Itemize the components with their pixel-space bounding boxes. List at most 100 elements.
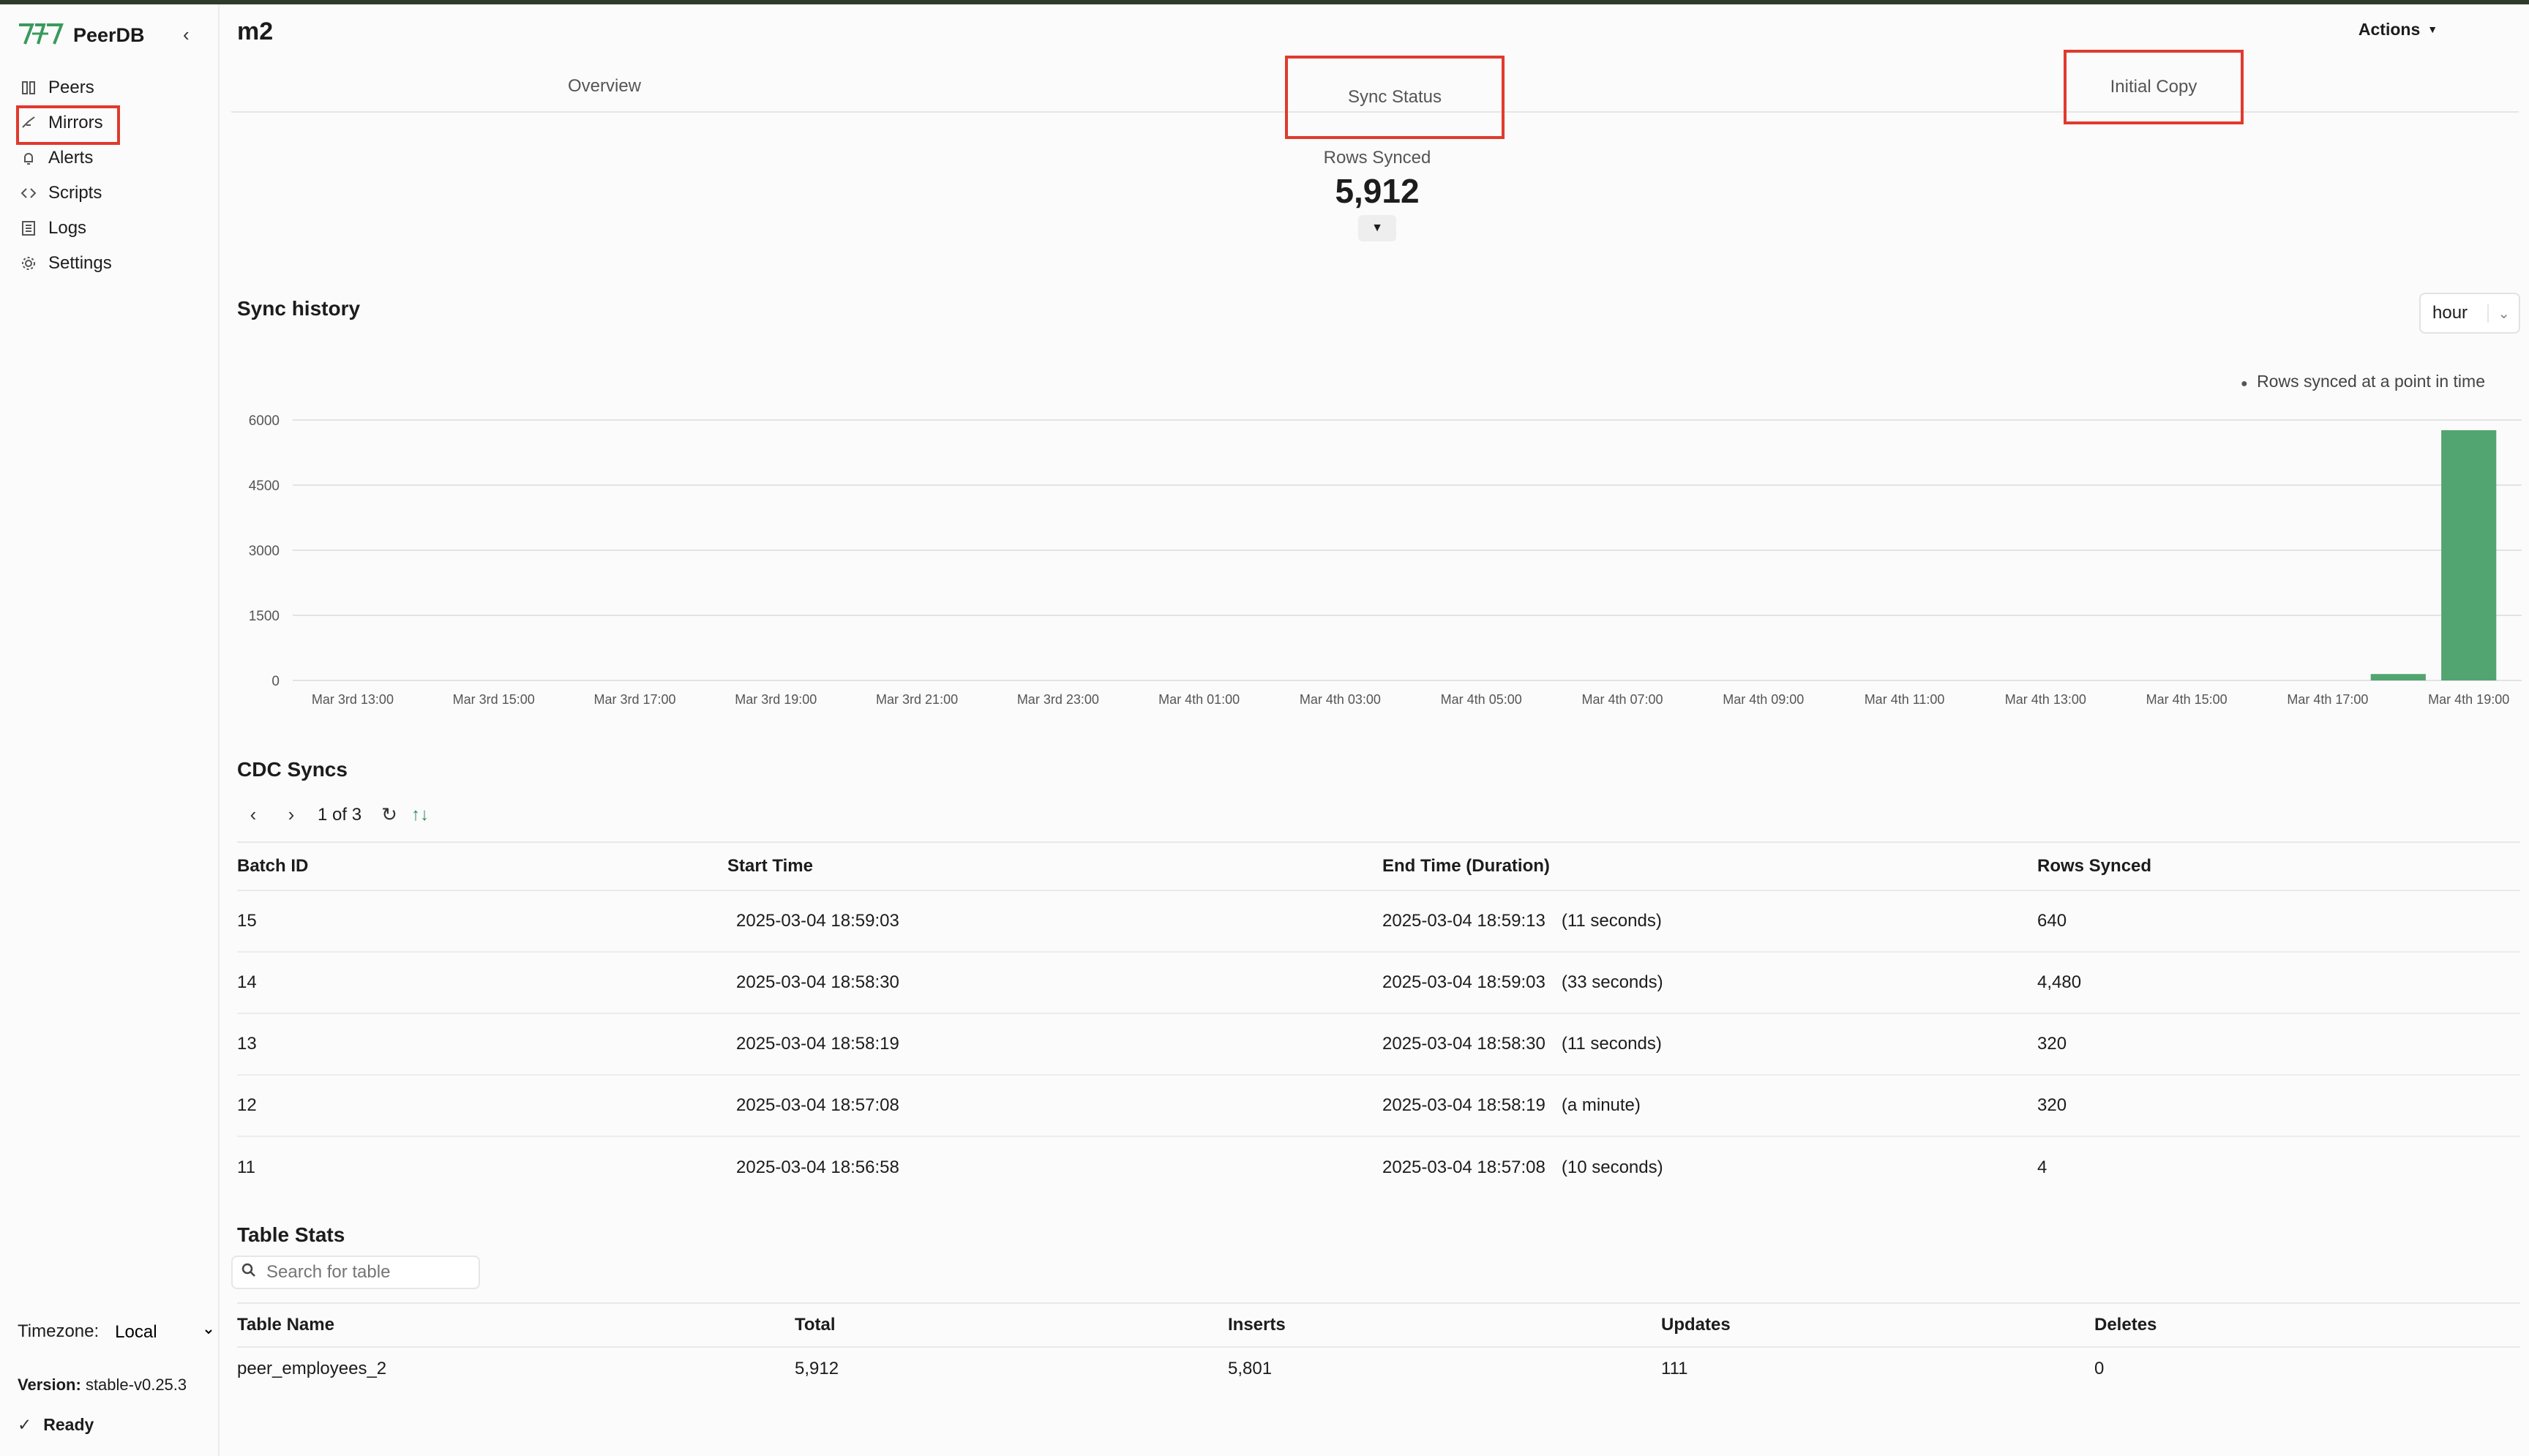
peerdb-logo-icon — [18, 20, 64, 50]
sort-arrows-icon[interactable]: ↑↓ — [411, 805, 429, 825]
sidebar-item-label: Mirrors — [48, 113, 103, 132]
duration-value: (11 seconds) — [1561, 911, 1662, 931]
sidebar-item-peers[interactable]: Peers — [18, 70, 112, 105]
sidebar-item-logs[interactable]: Logs — [18, 211, 112, 246]
caret-down-icon: ▼ — [2427, 23, 2438, 35]
chart-bar[interactable] — [2441, 430, 2497, 680]
sidebar-item-settings[interactable]: Settings — [18, 246, 112, 281]
version-info: Version: stable-v0.25.3 — [18, 1376, 187, 1395]
end-time-value: 2025-03-04 18:59:13 — [1382, 911, 1546, 931]
x-tick-label: Mar 4th 15:00 — [2146, 692, 2228, 707]
tab-initial-copy[interactable]: Initial Copy — [2064, 50, 2244, 124]
table-row[interactable]: peer_employees_2 5,912 5,801 111 0 — [237, 1347, 2520, 1389]
peers-icon — [18, 80, 40, 96]
sidebar-item-label: Peers — [48, 78, 94, 97]
sidebar-item-label: Logs — [48, 218, 87, 238]
brand[interactable]: PeerDB — [18, 19, 145, 51]
table-row[interactable]: 14 2025-03-04 18:58:30 2025-03-04 18:59:03… — [237, 952, 2520, 1014]
deletes-cell: 0 — [2094, 1358, 2105, 1378]
tab-sync-status[interactable]: Sync Status — [1285, 56, 1505, 139]
sidebar: PeerDB ‹ Peers Mirrors Alerts Scripts Lo… — [0, 4, 220, 1456]
total-cell: 5,912 — [795, 1358, 839, 1378]
end-time-cell: 2025-03-04 18:58:19 (a minute) — [1382, 1075, 2037, 1137]
sidebar-item-label: Scripts — [48, 183, 102, 203]
cdc-syncs-title: CDC Syncs — [237, 758, 348, 781]
cdc-syncs-table: Batch ID Start Time End Time (Duration) … — [237, 841, 2520, 1198]
timezone-row: Timezone: Local — [18, 1317, 215, 1346]
rows-synced-cell: 320 — [2037, 1013, 2520, 1076]
gear-icon — [18, 255, 40, 271]
table-search[interactable] — [231, 1256, 480, 1289]
x-tick-label: Mar 4th 05:00 — [1441, 692, 1522, 707]
actions-label: Actions — [2358, 19, 2421, 39]
refresh-icon[interactable]: ↻ — [378, 803, 401, 826]
collapse-sidebar-icon[interactable]: ‹ — [183, 23, 190, 46]
code-icon — [18, 185, 40, 201]
tab-overview[interactable]: Overview — [509, 61, 700, 111]
y-tick-label: 6000 — [249, 413, 280, 429]
batch-id-cell: 12 — [237, 1075, 727, 1137]
batch-id-cell: 13 — [237, 1013, 727, 1076]
column-header[interactable]: Total — [795, 1302, 1228, 1348]
y-tick-label: 0 — [271, 674, 280, 689]
sidebar-item-scripts[interactable]: Scripts — [18, 176, 112, 211]
search-icon — [241, 1262, 256, 1283]
rows-synced-summary: Rows Synced 5,912 ▼ — [1245, 148, 1509, 241]
legend-dot-icon: ● — [2241, 378, 2248, 390]
x-tick-label: Mar 4th 19:00 — [2428, 692, 2509, 707]
tab-label: Overview — [567, 76, 642, 96]
actions-button[interactable]: Actions ▼ — [2350, 15, 2446, 44]
search-input[interactable] — [266, 1262, 464, 1283]
x-tick-label: Mar 3rd 17:00 — [593, 692, 675, 707]
page-title: m2 — [237, 18, 274, 45]
x-tick-label: Mar 4th 03:00 — [1300, 692, 1381, 707]
x-tick-label: Mar 3rd 13:00 — [312, 692, 394, 707]
expand-button[interactable]: ▼ — [1358, 215, 1396, 241]
x-tick-label: Mar 3rd 23:00 — [1017, 692, 1099, 707]
sidebar-item-mirrors[interactable]: Mirrors — [16, 105, 120, 145]
x-tick-label: Mar 4th 11:00 — [1865, 692, 1945, 707]
column-header[interactable]: Inserts — [1228, 1302, 1661, 1348]
end-time-value: 2025-03-04 18:57:08 — [1382, 1157, 1546, 1177]
x-tick-label: Mar 4th 17:00 — [2287, 692, 2368, 707]
column-header[interactable]: Rows Synced — [2037, 841, 2520, 891]
sync-history-chart: 6000 4500 3000 1500 0 Mar 3rd 13:00 Mar 3rd 15… — [249, 413, 2522, 707]
caret-down-icon: ▼ — [1371, 222, 1383, 234]
chart-bar[interactable] — [2370, 674, 2426, 680]
sidebar-item-alerts[interactable]: Alerts — [18, 140, 112, 176]
table-row[interactable]: 13 2025-03-04 18:58:19 2025-03-04 18:58:30… — [237, 1013, 2520, 1076]
table-row[interactable]: 12 2025-03-04 18:57:08 2025-03-04 18:58:19… — [237, 1075, 2520, 1137]
version-label: Version: — [18, 1376, 81, 1394]
page-indicator: 1 of 3 — [318, 804, 362, 825]
start-time-cell: 2025-03-04 18:57:08 — [727, 1075, 1382, 1137]
duration-value: (a minute) — [1561, 1095, 1641, 1115]
interval-value: hour — [2432, 303, 2468, 323]
start-time-cell: 2025-03-04 18:56:58 — [736, 1157, 899, 1177]
prev-page-button[interactable]: ‹ — [241, 803, 265, 826]
interval-select[interactable]: hour ⌄ — [2419, 293, 2520, 334]
rows-synced-cell: 4,480 — [2037, 952, 2520, 1014]
x-tick-label: Mar 4th 09:00 — [1723, 692, 1804, 707]
column-header[interactable]: Table Name — [237, 1302, 795, 1348]
inserts-cell: 5,801 — [1228, 1358, 1273, 1378]
rows-synced-cell: 640 — [2037, 890, 2520, 953]
rows-synced-cell: 4 — [2037, 1157, 2047, 1177]
legend-label: Rows synced at a point in time — [2257, 372, 2485, 391]
column-header[interactable]: Deletes — [2094, 1302, 2520, 1348]
end-time-value: 2025-03-04 18:58:30 — [1382, 1034, 1546, 1054]
tab-bar: Overview Sync Status Initial Copy — [231, 50, 2519, 139]
check-icon: ✓ — [18, 1415, 32, 1434]
batch-id-cell: 15 — [237, 890, 727, 953]
table-row[interactable]: 11 2025-03-04 18:56:58 2025-03-04 18:57:08… — [237, 1136, 2520, 1198]
table-row[interactable]: 15 2025-03-04 18:59:03 2025-03-04 18:59:13… — [237, 890, 2520, 953]
y-tick-label: 3000 — [249, 544, 280, 559]
column-header[interactable]: Batch ID — [237, 841, 727, 891]
timezone-select[interactable]: Local — [112, 1317, 215, 1346]
column-header[interactable]: Updates — [1661, 1302, 2094, 1348]
x-tick-label: Mar 4th 01:00 — [1158, 692, 1240, 707]
column-header[interactable]: End Time (Duration) — [1382, 841, 2037, 891]
chart-legend: ● Rows synced at a point in time — [2241, 372, 2485, 391]
next-page-button[interactable]: › — [280, 803, 303, 826]
tab-label: Sync Status — [1347, 87, 1442, 107]
column-header[interactable]: Start Time — [727, 841, 1382, 891]
